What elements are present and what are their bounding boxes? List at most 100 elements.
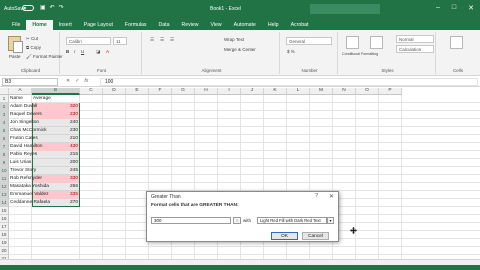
merge-center-button[interactable]: Merge & Center [224, 47, 256, 52]
row-header[interactable]: 19 [0, 239, 9, 247]
row-header[interactable]: 7 [0, 143, 9, 151]
column-header-i[interactable]: I [218, 88, 241, 95]
formula-input[interactable]: 100 [100, 78, 478, 86]
row-header[interactable]: 4 [0, 119, 9, 127]
font-name-select[interactable]: Calibri [66, 37, 111, 45]
row-header[interactable]: 1 [0, 95, 9, 103]
help-icon[interactable]: ? [315, 193, 318, 199]
ok-button[interactable]: OK [271, 232, 298, 240]
name-cell[interactable]: Luis Urias [9, 159, 77, 167]
column-header-f[interactable]: F [149, 88, 172, 95]
bold-button[interactable]: B [66, 49, 69, 54]
column-header-h[interactable]: H [195, 88, 218, 95]
name-cell[interactable]: Adam Duvall [9, 103, 77, 111]
row-header[interactable]: 14 [0, 199, 9, 207]
align-bottom-icon[interactable]: ☰ [170, 37, 174, 43]
row-header[interactable]: 9 [0, 159, 9, 167]
fill-color-icon[interactable]: ◪ [96, 49, 100, 55]
name-cell[interactable]: Emmanuel Valdez [9, 191, 77, 199]
underline-button[interactable]: U [81, 49, 84, 54]
conditional-formatting-button[interactable]: Conditional Formatting [342, 52, 378, 56]
minimize-icon[interactable]: – [436, 4, 440, 12]
name-cell[interactable]: Raquel Devers [9, 111, 77, 119]
column-header-m[interactable]: M [310, 88, 333, 95]
name-cell[interactable]: David Hamilton [9, 143, 77, 151]
tab-acrobat[interactable]: Acrobat [285, 20, 315, 30]
align-middle-icon[interactable]: ☰ [160, 37, 164, 43]
range-select-icon[interactable]: ↑ [233, 217, 241, 224]
column-header-o[interactable]: O [356, 88, 379, 95]
search-box[interactable] [310, 4, 380, 14]
copy-button[interactable]: ⧉ Copy [26, 45, 41, 50]
row-header[interactable]: 8 [0, 151, 9, 159]
row-header[interactable]: 13 [0, 191, 9, 199]
tab-home[interactable]: Home [26, 20, 53, 30]
insert-function-icon[interactable]: fx [84, 78, 88, 84]
tab-review[interactable]: Review [176, 20, 205, 30]
close-icon[interactable]: ✕ [329, 193, 334, 200]
style-normal[interactable]: Normal [396, 35, 434, 43]
row-header[interactable]: 6 [0, 135, 9, 143]
row-header[interactable]: 3 [0, 111, 9, 119]
tab-insert[interactable]: Insert [53, 20, 78, 30]
style-calculation[interactable]: Calculation [396, 45, 434, 53]
tab-file[interactable]: File [6, 20, 26, 30]
column-header-a[interactable]: A [9, 88, 32, 95]
row-header[interactable]: 11 [0, 175, 9, 183]
name-cell[interactable]: Trevor Story [9, 167, 77, 175]
header-cell-average[interactable]: Average [32, 95, 80, 103]
format-as-table-icon[interactable] [370, 36, 383, 49]
conditional-formatting-icon[interactable] [346, 36, 359, 49]
name-cell[interactable]: Rob Refsnyder [9, 175, 77, 183]
row-header[interactable]: 20 [0, 247, 9, 255]
select-all-corner[interactable] [0, 88, 9, 95]
align-top-icon[interactable]: ☰ [150, 37, 154, 43]
format-style-select[interactable]: Light Red Fill with Dark Red Text [257, 217, 327, 224]
column-header-d[interactable]: D [103, 88, 126, 95]
row-header[interactable]: 10 [0, 167, 9, 175]
row-header[interactable]: 15 [0, 207, 9, 215]
row-header[interactable]: 16 [0, 215, 9, 223]
name-box[interactable]: B3 [2, 78, 58, 86]
name-cell[interactable]: Chas McCormick [9, 127, 77, 135]
chevron-down-icon[interactable]: ▾ [327, 217, 334, 224]
tab-help[interactable]: Help [262, 20, 285, 30]
tab-page-layout[interactable]: Page Layout [78, 20, 119, 30]
row-header[interactable]: 18 [0, 231, 9, 239]
autosave-toggle[interactable] [22, 5, 34, 11]
wrap-text-button[interactable]: Wrap Text [224, 37, 244, 42]
close-icon[interactable]: ✕ [468, 4, 474, 12]
column-header-k[interactable]: K [264, 88, 287, 95]
column-header-b[interactable]: B [32, 88, 80, 95]
column-header-e[interactable]: E [126, 88, 149, 95]
tab-formulas[interactable]: Formulas [119, 20, 153, 30]
confirm-entry-icon[interactable]: ✓ [75, 78, 79, 84]
column-header-c[interactable]: C [80, 88, 103, 95]
name-cell[interactable]: Ceddanne Rafaela [9, 199, 77, 207]
name-cell[interactable]: Pablo Reyes [9, 151, 77, 159]
cancel-entry-icon[interactable]: ✕ [66, 78, 70, 84]
paste-icon[interactable] [8, 36, 23, 53]
column-header-g[interactable]: G [172, 88, 195, 95]
tab-automate[interactable]: Automate [228, 20, 262, 30]
name-cell[interactable]: Jon Singelton [9, 119, 77, 127]
row-header[interactable]: 2 [0, 103, 9, 111]
tab-data[interactable]: Data [153, 20, 176, 30]
name-cell[interactable]: Fruton Cates [9, 135, 77, 143]
row-header[interactable]: 5 [0, 127, 9, 135]
font-size-select[interactable]: 11 [113, 37, 127, 45]
tab-view[interactable]: View [205, 20, 228, 30]
restore-icon[interactable]: □ [452, 4, 456, 12]
cancel-button[interactable]: Cancel [302, 232, 329, 240]
currency-icon[interactable]: $ % [287, 49, 295, 54]
redo-icon[interactable]: ↷ [59, 4, 64, 11]
column-header-l[interactable]: L [287, 88, 310, 95]
paste-button[interactable]: Paste [9, 54, 21, 59]
font-color-icon[interactable]: A [106, 49, 109, 54]
name-cell[interactable]: Masataka Yoshida [9, 183, 77, 191]
column-header-j[interactable]: J [241, 88, 264, 95]
column-header-p[interactable]: P [379, 88, 402, 95]
italic-button[interactable]: I [74, 49, 75, 54]
threshold-input[interactable]: 300 [151, 217, 231, 224]
row-header[interactable]: 12 [0, 183, 9, 191]
